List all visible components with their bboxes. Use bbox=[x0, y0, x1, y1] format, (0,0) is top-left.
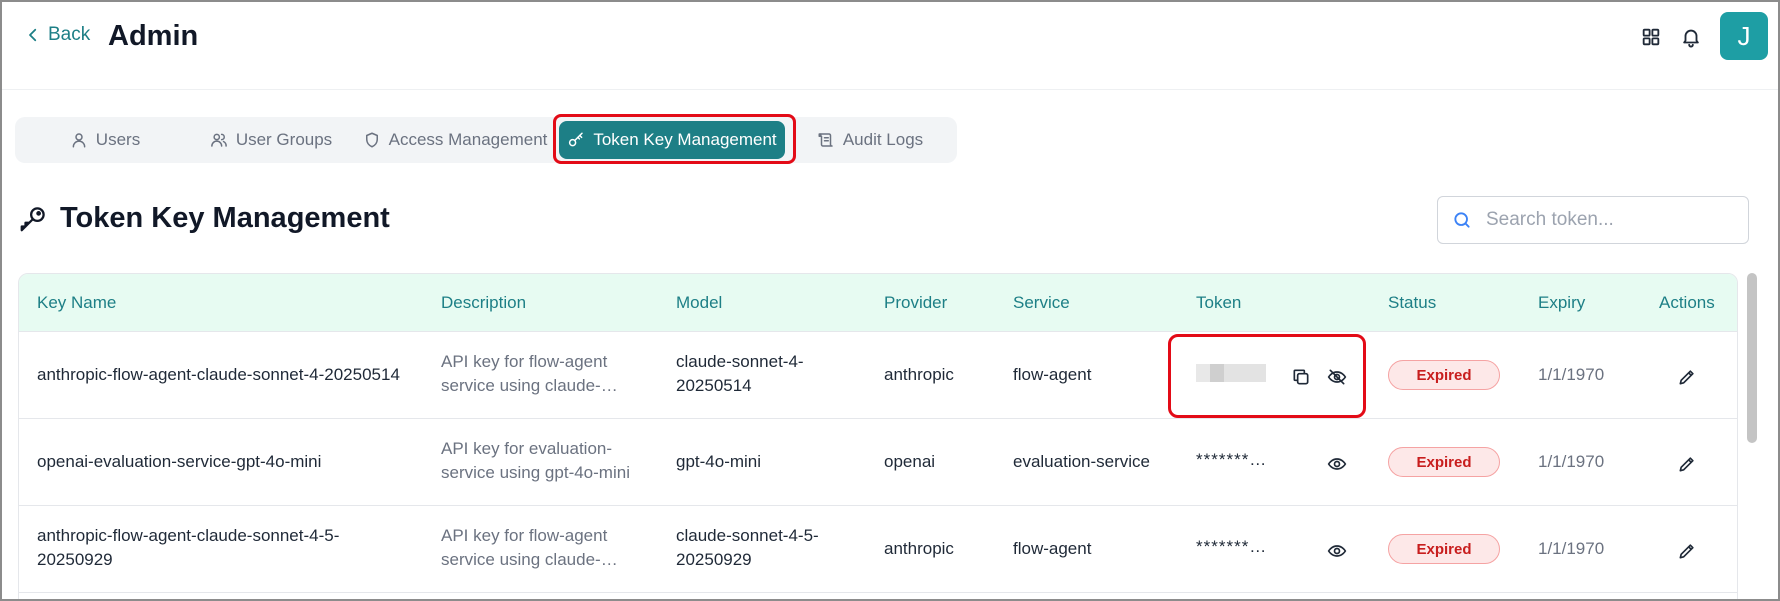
tab-user-groups[interactable]: User Groups bbox=[187, 121, 355, 159]
search-box[interactable] bbox=[1437, 196, 1749, 244]
key-icon bbox=[20, 206, 45, 231]
token-value-blurred bbox=[1196, 364, 1266, 382]
description-line: service using claude-… bbox=[441, 550, 618, 569]
page-title: Admin bbox=[108, 20, 199, 52]
search-input[interactable] bbox=[1486, 209, 1736, 231]
service: flow-agent bbox=[1013, 539, 1092, 558]
tab-audit-logs[interactable]: Audit Logs bbox=[795, 121, 945, 159]
model-line: claude-sonnet-4- bbox=[676, 352, 804, 371]
table-row: anthropic-flow-agent-claude-sonnet-4-202… bbox=[19, 332, 1737, 419]
tab-user-groups-label: User Groups bbox=[235, 130, 333, 149]
description-line: service using claude-… bbox=[441, 376, 618, 395]
grid-icon[interactable] bbox=[1638, 24, 1664, 50]
tab-token-key-management-label: Token Key Management bbox=[593, 130, 777, 149]
avatar[interactable]: J bbox=[1720, 12, 1768, 60]
provider: openai bbox=[884, 452, 936, 471]
section-heading: Token Key Management bbox=[18, 202, 390, 235]
eye-off-icon[interactable] bbox=[1325, 365, 1349, 389]
description: API key for flow-agent service using cla… bbox=[441, 524, 631, 572]
expiry: 1/1/1970 bbox=[1538, 539, 1605, 558]
key-icon bbox=[569, 132, 584, 147]
provider: anthropic bbox=[884, 365, 954, 384]
back-link[interactable]: Back bbox=[24, 24, 90, 46]
chevron-left-icon bbox=[29, 28, 37, 42]
service: evaluation-service bbox=[1013, 452, 1151, 471]
description-line: API key for evaluation- bbox=[441, 439, 613, 458]
tab-users[interactable]: Users bbox=[35, 121, 175, 159]
service: flow-agent bbox=[1013, 365, 1092, 384]
tab-users-label: Users bbox=[95, 130, 141, 149]
col-service[interactable]: Service bbox=[1013, 293, 1070, 313]
edit-icon[interactable] bbox=[1675, 365, 1699, 389]
top-header: Back Admin J bbox=[2, 2, 1778, 90]
token-table: Key Name Description Model Provider Serv… bbox=[18, 273, 1738, 599]
key-name-line: 20250929 bbox=[37, 550, 113, 569]
col-model[interactable]: Model bbox=[676, 293, 722, 313]
model: claude-sonnet-4-5- 20250929 bbox=[676, 524, 819, 572]
tab-token-key-management[interactable]: Token Key Management bbox=[559, 121, 785, 159]
token-masked: *******… bbox=[1196, 537, 1268, 556]
eye-icon[interactable] bbox=[1325, 539, 1349, 563]
shield-icon bbox=[365, 132, 378, 148]
user-icon bbox=[72, 133, 86, 148]
key-name: anthropic-flow-agent-claude-sonnet-4-202… bbox=[37, 365, 400, 384]
col-provider[interactable]: Provider bbox=[884, 293, 947, 313]
edit-icon[interactable] bbox=[1675, 452, 1699, 476]
col-status[interactable]: Status bbox=[1388, 293, 1436, 313]
key-name-line: anthropic-flow-agent-claude-sonnet-4-5- bbox=[37, 526, 340, 545]
description-line: API key for flow-agent bbox=[441, 352, 608, 371]
admin-tabs: Users User Groups Access Management Toke… bbox=[15, 117, 957, 163]
col-description[interactable]: Description bbox=[441, 293, 526, 313]
description-line: service using gpt-4o-mini bbox=[441, 463, 630, 482]
model-line: claude-sonnet-4-5- bbox=[676, 526, 819, 545]
expiry: 1/1/1970 bbox=[1538, 452, 1605, 471]
bell-icon[interactable] bbox=[1678, 24, 1704, 50]
table-row: openai-evaluation-service-gpt-4o-mini AP… bbox=[19, 419, 1737, 506]
table-row: anthropic-flow-agent-claude-sonnet-4-5- … bbox=[19, 506, 1737, 593]
search-icon bbox=[1454, 212, 1470, 228]
copy-icon[interactable] bbox=[1289, 365, 1313, 389]
model-line: 20250514 bbox=[676, 376, 752, 395]
key-name: openai-evaluation-service-gpt-4o-mini bbox=[37, 452, 322, 471]
col-token[interactable]: Token bbox=[1196, 293, 1241, 313]
key-name: anthropic-flow-agent-claude-sonnet-4-5- … bbox=[37, 524, 339, 572]
model: gpt-4o-mini bbox=[676, 452, 762, 471]
description: API key for evaluation- service using gp… bbox=[441, 437, 631, 485]
edit-icon[interactable] bbox=[1675, 539, 1699, 563]
section-title: Token Key Management bbox=[60, 202, 390, 234]
model: claude-sonnet-4- 20250514 bbox=[676, 350, 804, 398]
status-badge: Expired bbox=[1388, 360, 1500, 390]
back-label: Back bbox=[48, 24, 91, 45]
status-badge: Expired bbox=[1388, 447, 1500, 477]
app-window: Back Admin J Users User Groups Access Ma… bbox=[0, 0, 1780, 601]
table-header: Key Name Description Model Provider Serv… bbox=[19, 274, 1737, 332]
expiry: 1/1/1970 bbox=[1538, 365, 1605, 384]
col-actions: Actions bbox=[1659, 293, 1715, 312]
tab-access-management-label: Access Management bbox=[388, 130, 548, 149]
description: API key for flow-agent service using cla… bbox=[441, 350, 631, 398]
description-line: API key for flow-agent bbox=[441, 526, 608, 545]
token-masked: *******… bbox=[1196, 450, 1268, 469]
vertical-scrollbar[interactable] bbox=[1747, 273, 1757, 443]
col-expiry[interactable]: Expiry bbox=[1538, 293, 1585, 313]
tab-access-management[interactable]: Access Management bbox=[355, 121, 555, 159]
status-badge: Expired bbox=[1388, 534, 1500, 564]
model-line: 20250929 bbox=[676, 550, 752, 569]
provider: anthropic bbox=[884, 539, 954, 558]
users-icon bbox=[210, 133, 227, 147]
scroll-icon bbox=[818, 133, 833, 147]
eye-icon[interactable] bbox=[1325, 452, 1349, 476]
col-key-name[interactable]: Key Name bbox=[37, 293, 116, 313]
tab-audit-logs-label: Audit Logs bbox=[842, 130, 924, 149]
